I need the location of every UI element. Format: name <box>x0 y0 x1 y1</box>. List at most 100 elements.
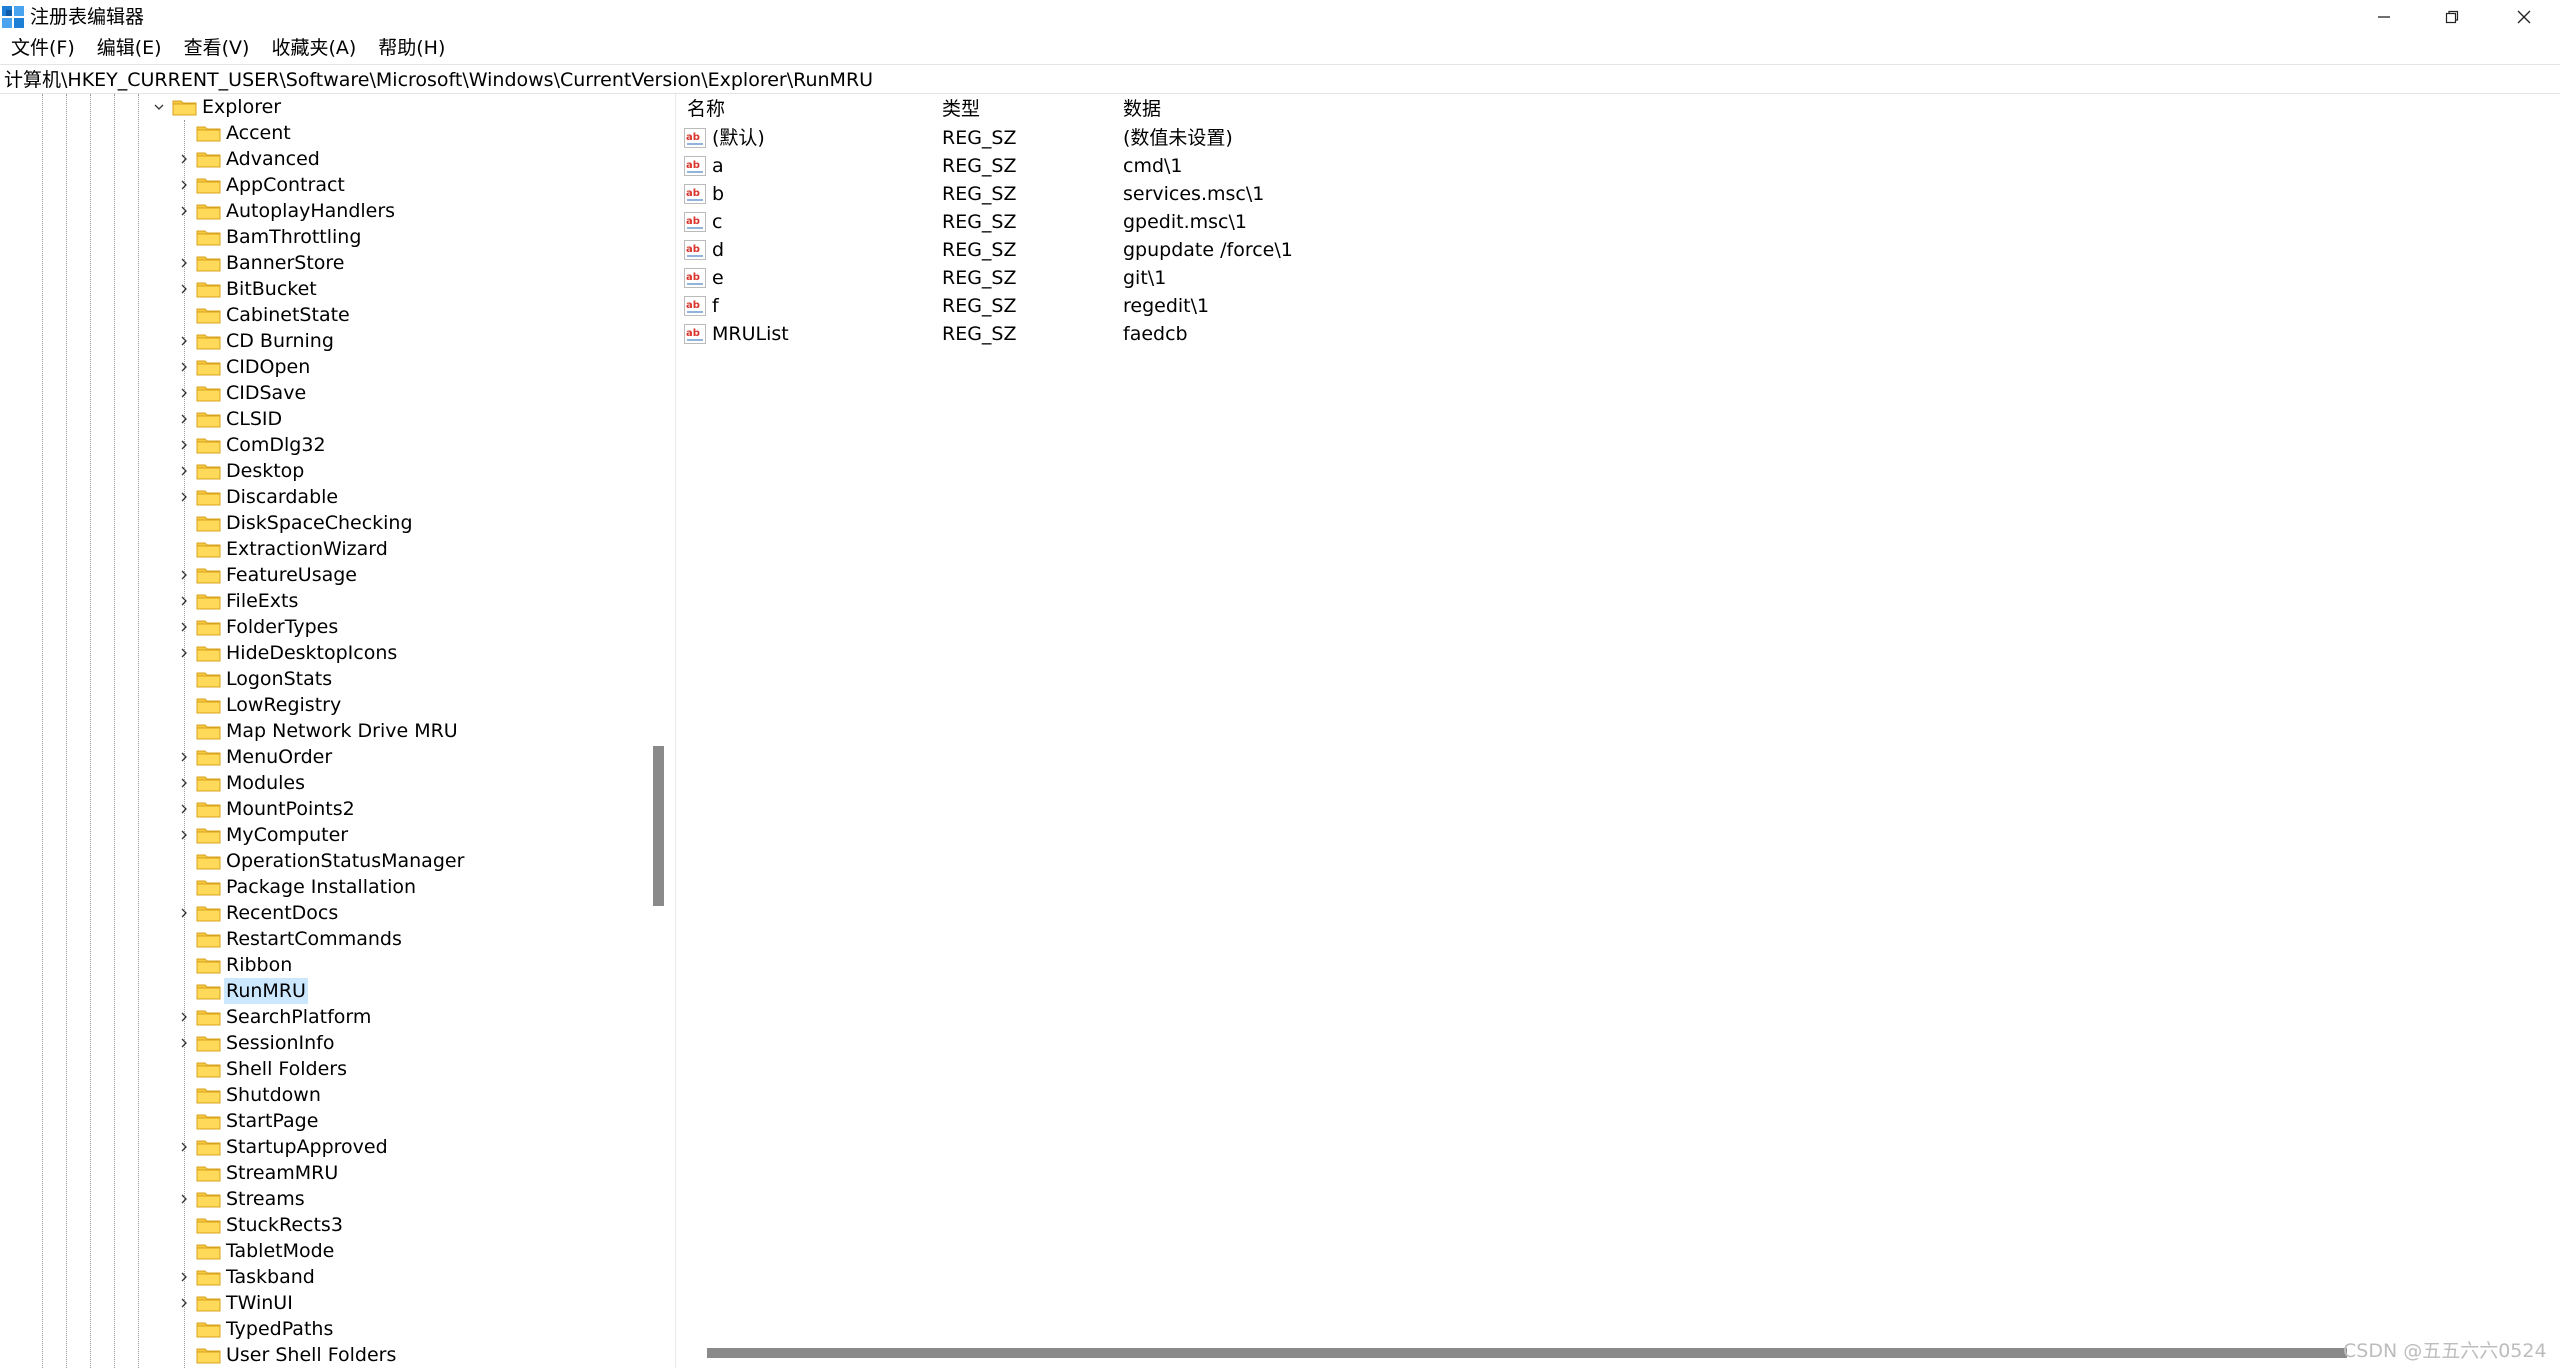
chevron-right-icon[interactable] <box>177 1009 191 1025</box>
chevron-right-icon[interactable] <box>177 203 191 219</box>
chevron-right-icon[interactable] <box>177 1191 191 1207</box>
chevron-right-icon[interactable] <box>177 567 191 583</box>
value-row[interactable]: ab MRUList REG_SZ faedcb <box>680 320 2540 348</box>
chevron-right-icon[interactable] <box>177 1139 191 1155</box>
tree-item[interactable]: AutoplayHandlers <box>0 198 640 224</box>
tree-item[interactable]: ComDlg32 <box>0 432 640 458</box>
tree-item[interactable]: CIDOpen <box>0 354 640 380</box>
title-bar[interactable]: 注册表编辑器 <box>0 0 2560 34</box>
chevron-right-icon[interactable] <box>177 827 191 843</box>
tree-item[interactable]: BamThrottling <box>0 224 640 250</box>
tree-item[interactable]: Desktop <box>0 458 640 484</box>
key-tree-pane[interactable]: Explorer Accent Advanced AppContract Autopl… <box>0 94 676 1368</box>
chevron-right-icon[interactable] <box>177 333 191 349</box>
tree-item[interactable]: SessionInfo <box>0 1030 640 1056</box>
tree-item[interactable]: TabletMode <box>0 1238 640 1264</box>
chevron-right-icon[interactable] <box>177 385 191 401</box>
column-header-data[interactable]: 数据 <box>1123 94 1161 124</box>
tree-item[interactable]: Ribbon <box>0 952 640 978</box>
chevron-right-icon[interactable] <box>177 775 191 791</box>
chevron-right-icon[interactable] <box>177 749 191 765</box>
chevron-right-icon[interactable] <box>177 463 191 479</box>
tree-item[interactable]: MyComputer <box>0 822 640 848</box>
menu-help[interactable]: 帮助(H) <box>367 34 456 62</box>
chevron-right-icon[interactable] <box>177 645 191 661</box>
close-button[interactable] <box>2490 0 2558 34</box>
chevron-right-icon[interactable] <box>177 1269 191 1285</box>
value-row[interactable]: ab e REG_SZ git\1 <box>680 264 2540 292</box>
tree-item[interactable]: CIDSave <box>0 380 640 406</box>
chevron-right-icon[interactable] <box>177 619 191 635</box>
tree-item[interactable]: BitBucket <box>0 276 640 302</box>
tree-item[interactable]: MenuOrder <box>0 744 640 770</box>
chevron-right-icon[interactable] <box>177 151 191 167</box>
chevron-right-icon[interactable] <box>177 437 191 453</box>
values-pane[interactable]: 名称 类型 数据 ab (默认) REG_SZ (数值未设置) ab a REG_SZ cmd… <box>680 94 2560 1368</box>
tree-item[interactable]: TWinUI <box>0 1290 640 1316</box>
tree-item[interactable]: Accent <box>0 120 640 146</box>
chevron-right-icon[interactable] <box>177 255 191 271</box>
chevron-right-icon[interactable] <box>177 359 191 375</box>
tree-item[interactable]: RunMRU <box>0 978 640 1004</box>
tree-item[interactable]: SearchPlatform <box>0 1004 640 1030</box>
value-row[interactable]: ab (默认) REG_SZ (数值未设置) <box>680 124 2540 152</box>
tree-item[interactable]: Streams <box>0 1186 640 1212</box>
menu-favorites[interactable]: 收藏夹(A) <box>260 34 367 62</box>
tree-item[interactable]: Shutdown <box>0 1082 640 1108</box>
tree-item[interactable]: User Shell Folders <box>0 1342 640 1368</box>
value-row[interactable]: ab b REG_SZ services.msc\1 <box>680 180 2540 208</box>
tree-item[interactable]: StartupApproved <box>0 1134 640 1160</box>
tree-item[interactable]: FolderTypes <box>0 614 640 640</box>
chevron-right-icon[interactable] <box>177 1295 191 1311</box>
tree-vertical-scrollbar[interactable] <box>653 746 664 906</box>
tree-item[interactable]: FeatureUsage <box>0 562 640 588</box>
tree-item[interactable]: Advanced <box>0 146 640 172</box>
tree-item[interactable]: AppContract <box>0 172 640 198</box>
tree-item[interactable]: Modules <box>0 770 640 796</box>
tree-item[interactable]: ExtractionWizard <box>0 536 640 562</box>
tree-item[interactable]: Taskband <box>0 1264 640 1290</box>
menu-edit[interactable]: 编辑(E) <box>86 34 173 62</box>
tree-item[interactable]: LogonStats <box>0 666 640 692</box>
tree-item[interactable]: DiskSpaceChecking <box>0 510 640 536</box>
value-row[interactable]: ab f REG_SZ regedit\1 <box>680 292 2540 320</box>
chevron-right-icon[interactable] <box>177 281 191 297</box>
value-row[interactable]: ab d REG_SZ gpupdate /force\1 <box>680 236 2540 264</box>
tree-item[interactable]: RecentDocs <box>0 900 640 926</box>
minimize-button[interactable] <box>2350 0 2418 34</box>
menu-file[interactable]: 文件(F) <box>0 34 86 62</box>
tree-item[interactable]: HideDesktopIcons <box>0 640 640 666</box>
chevron-right-icon[interactable] <box>177 411 191 427</box>
tree-item[interactable]: Package Installation <box>0 874 640 900</box>
value-row[interactable]: ab a REG_SZ cmd\1 <box>680 152 2540 180</box>
tree-item[interactable]: CD Burning <box>0 328 640 354</box>
tree-item[interactable]: StartPage <box>0 1108 640 1134</box>
tree-item[interactable]: StreamMRU <box>0 1160 640 1186</box>
tree-item[interactable]: RestartCommands <box>0 926 640 952</box>
chevron-down-icon[interactable] <box>152 99 166 115</box>
tree-item[interactable]: FileExts <box>0 588 640 614</box>
tree-item[interactable]: StuckRects3 <box>0 1212 640 1238</box>
menu-view[interactable]: 查看(V) <box>173 34 261 62</box>
tree-item[interactable]: Map Network Drive MRU <box>0 718 640 744</box>
column-header-name[interactable]: 名称 <box>687 94 725 124</box>
tree-item[interactable]: OperationStatusManager <box>0 848 640 874</box>
values-horizontal-scrollbar[interactable] <box>707 1348 2347 1358</box>
tree-item[interactable]: CLSID <box>0 406 640 432</box>
tree-item[interactable]: TypedPaths <box>0 1316 640 1342</box>
chevron-right-icon[interactable] <box>177 489 191 505</box>
tree-item[interactable]: LowRegistry <box>0 692 640 718</box>
tree-item[interactable]: Discardable <box>0 484 640 510</box>
restore-button[interactable] <box>2418 0 2486 34</box>
tree-item[interactable]: BannerStore <box>0 250 640 276</box>
address-path[interactable]: 计算机\HKEY_CURRENT_USER\Software\Microsoft… <box>4 68 873 92</box>
address-bar[interactable]: 计算机\HKEY_CURRENT_USER\Software\Microsoft… <box>0 64 2560 94</box>
value-row[interactable]: ab c REG_SZ gpedit.msc\1 <box>680 208 2540 236</box>
tree-item-explorer[interactable]: Explorer <box>0 94 640 120</box>
tree-item[interactable]: Shell Folders <box>0 1056 640 1082</box>
tree-item[interactable]: CabinetState <box>0 302 640 328</box>
chevron-right-icon[interactable] <box>177 905 191 921</box>
chevron-right-icon[interactable] <box>177 801 191 817</box>
column-header-type[interactable]: 类型 <box>942 94 980 124</box>
chevron-right-icon[interactable] <box>177 177 191 193</box>
